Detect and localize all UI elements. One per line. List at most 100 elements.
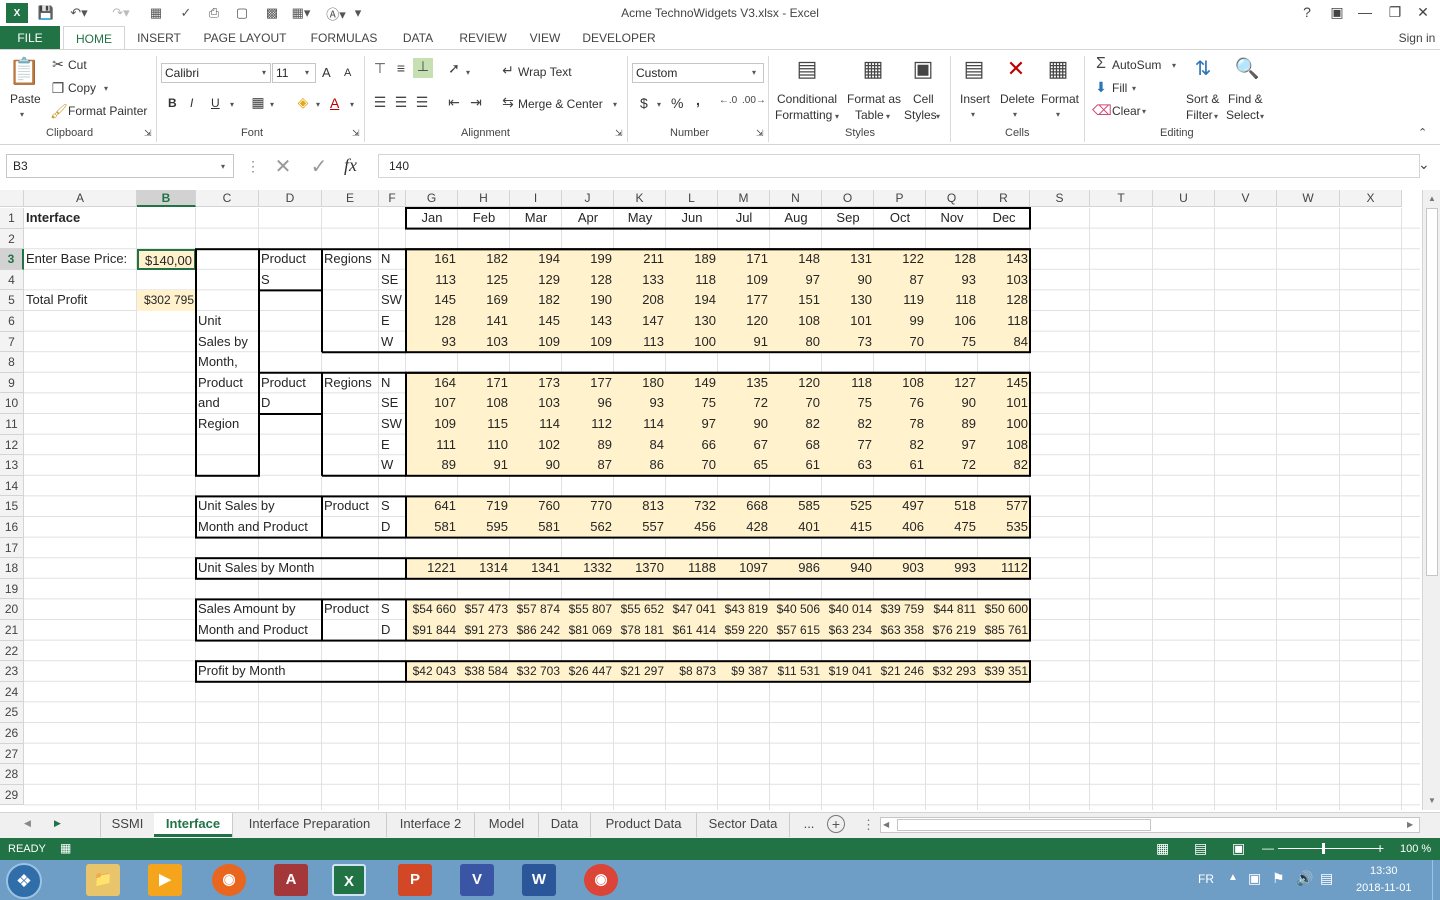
conditional-formatting-label-2[interactable]: Formatting: [775, 108, 832, 122]
product-d-value[interactable]: 91: [458, 455, 510, 476]
action-center-flag-icon[interactable]: ⚑: [1272, 870, 1285, 887]
clipboard-launcher-icon[interactable]: ⇲: [144, 128, 152, 139]
sales-amount-s-value[interactable]: $40 014: [822, 599, 874, 620]
product-d-value[interactable]: 101: [978, 393, 1030, 414]
font-size-dropdown-icon[interactable]: ▾: [305, 68, 309, 77]
column-header-k[interactable]: K: [614, 190, 666, 207]
month-header[interactable]: Apr: [562, 208, 614, 229]
sheet-tab-interface-preparation[interactable]: Interface Preparation: [232, 813, 386, 837]
product-s-value[interactable]: 147: [614, 311, 666, 332]
sign-in-link[interactable]: Sign in: [1394, 26, 1440, 50]
product-d-value[interactable]: 65: [718, 455, 770, 476]
merge-center-button[interactable]: Merge & Center: [518, 97, 603, 111]
product-s-value[interactable]: 211: [614, 249, 666, 270]
format-painter-button[interactable]: Format Painter: [68, 104, 147, 118]
sort-filter-dropdown-icon[interactable]: ▾: [1214, 112, 1218, 121]
sales-amount-d-value[interactable]: $63 234: [822, 620, 874, 641]
c-block-label[interactable]: and: [196, 393, 259, 414]
sales-amount-label-1[interactable]: Sales Amount by: [196, 599, 322, 620]
product-s-value[interactable]: 113: [614, 332, 666, 353]
access-icon[interactable]: A: [274, 864, 308, 896]
product-s-value[interactable]: 109: [718, 270, 770, 291]
profit-month-value[interactable]: $38 584: [458, 661, 510, 682]
month-header[interactable]: Aug: [770, 208, 822, 229]
cell-styles-dropdown-icon[interactable]: ▾: [936, 112, 940, 121]
font-name-dropdown-icon[interactable]: ▾: [262, 68, 266, 77]
sales-amount-d-value[interactable]: $91 844: [406, 620, 458, 641]
zoom-out-icon[interactable]: —: [1262, 841, 1274, 855]
s-label[interactable]: S: [379, 599, 406, 620]
row-header-22[interactable]: 22: [0, 641, 24, 662]
product-d-value[interactable]: 173: [510, 373, 562, 394]
product-d-value[interactable]: 107: [406, 393, 458, 414]
zoom-slider[interactable]: [1278, 848, 1378, 849]
product-label[interactable]: Product: [322, 599, 379, 620]
month-header[interactable]: Jul: [718, 208, 770, 229]
row-header-8[interactable]: 8: [0, 352, 24, 373]
month-header[interactable]: Jan: [406, 208, 458, 229]
product-s-value[interactable]: 143: [562, 311, 614, 332]
clear-button[interactable]: Clear: [1112, 104, 1141, 118]
unit-sales-s-value[interactable]: 813: [614, 496, 666, 517]
unit-sales-d-value[interactable]: 595: [458, 517, 510, 538]
product-d-value[interactable]: 97: [926, 435, 978, 456]
font-color-button[interactable]: A: [330, 95, 339, 111]
insert-dropdown-icon[interactable]: ▾: [971, 110, 975, 119]
product-s-value[interactable]: 133: [614, 270, 666, 291]
product-s-value[interactable]: 128: [562, 270, 614, 291]
visio-icon[interactable]: V: [460, 864, 494, 896]
product-s-value[interactable]: 151: [770, 290, 822, 311]
product-d-value[interactable]: 82: [874, 435, 926, 456]
product-d-value[interactable]: 78: [874, 414, 926, 435]
page-layout-view-icon[interactable]: ▤: [1194, 840, 1207, 857]
d-label[interactable]: D: [379, 517, 406, 538]
product-d-value[interactable]: 115: [458, 414, 510, 435]
show-desktop-button[interactable]: [1432, 860, 1440, 900]
sales-amount-s-value[interactable]: $43 819: [718, 599, 770, 620]
paste-button[interactable]: Paste: [10, 92, 41, 106]
cell-b5-total-profit[interactable]: $302 795: [137, 290, 196, 311]
column-header-i[interactable]: I: [510, 190, 562, 207]
row-header-9[interactable]: 9: [0, 373, 24, 394]
font-color-dropdown-icon[interactable]: ▾: [350, 100, 354, 109]
unit-sales-s-value[interactable]: 719: [458, 496, 510, 517]
borders-dropdown-icon[interactable]: ▾: [270, 100, 274, 109]
worksheet-grid[interactable]: ABCDEFGHIJKLMNOPQRSTUVWX 123456789101112…: [0, 190, 1420, 810]
insert-function-button[interactable]: fx: [344, 155, 357, 176]
product-d-value[interactable]: 86: [614, 455, 666, 476]
help-button[interactable]: ?: [1294, 2, 1320, 22]
product-d-value[interactable]: 89: [562, 435, 614, 456]
product-s-value[interactable]: 128: [978, 290, 1030, 311]
unit-sales-s-value[interactable]: 760: [510, 496, 562, 517]
product-s-value[interactable]: 194: [666, 290, 718, 311]
product-d-value[interactable]: 82: [978, 455, 1030, 476]
scroll-left-icon[interactable]: ◀: [883, 820, 889, 829]
row-header-21[interactable]: 21: [0, 620, 24, 641]
product-d-value[interactable]: 82: [770, 414, 822, 435]
sales-amount-s-value[interactable]: $44 811: [926, 599, 978, 620]
tabs-splitter-icon[interactable]: ⋮: [862, 817, 875, 833]
profit-month-value[interactable]: $8 873: [666, 661, 718, 682]
product-s-value[interactable]: 130: [666, 311, 718, 332]
word-icon[interactable]: W: [522, 864, 556, 896]
media-player-icon[interactable]: ▶: [148, 864, 182, 896]
column-header-n[interactable]: N: [770, 190, 822, 207]
profit-month-value[interactable]: $26 447: [562, 661, 614, 682]
product-s-value[interactable]: 128: [926, 249, 978, 270]
profit-month-value[interactable]: $42 043: [406, 661, 458, 682]
select-all-corner[interactable]: [0, 190, 24, 207]
sales-amount-d-value[interactable]: $57 615: [770, 620, 822, 641]
find-select-label-1[interactable]: Find &: [1228, 92, 1263, 106]
product-d-value[interactable]: 67: [718, 435, 770, 456]
unit-sales-month-value[interactable]: 940: [822, 558, 874, 579]
product-s-value[interactable]: 190: [562, 290, 614, 311]
tab-page-layout[interactable]: PAGE LAYOUT: [196, 26, 294, 50]
product-s-value[interactable]: 131: [822, 249, 874, 270]
name-box[interactable]: B3: [6, 154, 234, 178]
product-d-value[interactable]: 111: [406, 435, 458, 456]
copy-dropdown-icon[interactable]: ▾: [104, 84, 108, 93]
c-block-label[interactable]: Product: [196, 373, 259, 394]
row-header-14[interactable]: 14: [0, 476, 24, 497]
product-s-value[interactable]: 100: [666, 332, 718, 353]
unit-sales-s-value[interactable]: 668: [718, 496, 770, 517]
